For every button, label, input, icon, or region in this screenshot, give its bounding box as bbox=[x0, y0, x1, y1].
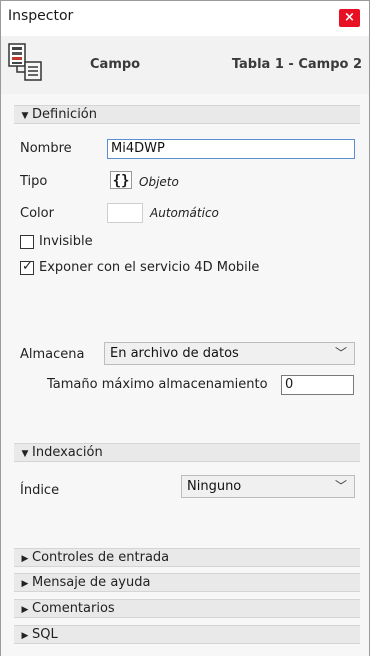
triangle-down-icon: ▼ bbox=[21, 449, 29, 459]
inspector-header: Campo Tabla 1 - Campo 2 bbox=[1, 36, 369, 94]
title-bar[interactable]: Inspector × bbox=[1, 1, 369, 36]
indice-selected-value: Ninguno bbox=[187, 479, 242, 494]
section-indexacion-title: Indexación bbox=[32, 445, 103, 460]
object-path-label: Tabla 1 - Campo 2 bbox=[231, 57, 362, 72]
nombre-input[interactable]: Mi4DWP bbox=[107, 139, 355, 159]
triangle-right-icon: ▶ bbox=[21, 554, 29, 564]
chevron-down-icon: ﹀ bbox=[334, 346, 347, 360]
tamano-input[interactable]: 0 bbox=[281, 375, 354, 395]
section-sql-title: SQL bbox=[32, 627, 58, 642]
chevron-down-icon: ﹀ bbox=[334, 479, 347, 493]
object-type-label: Campo bbox=[90, 57, 141, 72]
triangle-right-icon: ▶ bbox=[21, 579, 29, 589]
almacena-selected-value: En archivo de datos bbox=[110, 346, 239, 361]
inspector-window: Inspector × Campo Tabla 1 - Campo 2 ▼ Def… bbox=[0, 0, 370, 656]
indice-label: Índice bbox=[20, 483, 60, 498]
exponer-checkbox[interactable]: ✓ bbox=[20, 259, 34, 275]
section-comentarios-title: Comentarios bbox=[32, 601, 115, 616]
section-indexacion-header[interactable]: ▼ Indexación bbox=[14, 443, 360, 462]
section-controles-header[interactable]: ▶ Controles de entrada bbox=[14, 548, 360, 567]
nombre-label: Nombre bbox=[20, 141, 72, 156]
checkmark-icon: ✓ bbox=[22, 259, 33, 274]
section-comentarios-header[interactable]: ▶ Comentarios bbox=[14, 599, 360, 618]
color-swatch[interactable] bbox=[107, 203, 143, 223]
color-value: Automático bbox=[150, 206, 219, 220]
triangle-down-icon: ▼ bbox=[21, 111, 29, 121]
almacena-label: Almacena bbox=[20, 347, 85, 362]
invisible-checkbox[interactable] bbox=[20, 235, 34, 249]
tipo-label: Tipo bbox=[20, 174, 48, 189]
inspector-content: ▼ Definición Nombre Mi4DWP Tipo {} Objeto… bbox=[1, 94, 369, 656]
section-sql-header[interactable]: ▶ SQL bbox=[14, 625, 360, 644]
close-button[interactable]: × bbox=[339, 9, 360, 27]
exponer-label[interactable]: Exponer con el servicio 4D Mobile bbox=[39, 260, 259, 275]
indice-select[interactable]: Ninguno ﹀ bbox=[181, 475, 355, 498]
section-mensaje-header[interactable]: ▶ Mensaje de ayuda bbox=[14, 573, 360, 592]
field-database-icon bbox=[8, 43, 42, 81]
tamano-label: Tamaño máximo almacenamiento bbox=[47, 377, 268, 392]
window-title: Inspector bbox=[8, 8, 74, 24]
invisible-label[interactable]: Invisible bbox=[39, 234, 93, 249]
object-type-icon: {} bbox=[110, 171, 132, 189]
close-icon: × bbox=[344, 10, 355, 25]
section-mensaje-title: Mensaje de ayuda bbox=[32, 575, 151, 590]
section-definicion-title: Definición bbox=[32, 107, 97, 122]
tipo-value[interactable]: Objeto bbox=[139, 175, 179, 189]
almacena-select[interactable]: En archivo de datos ﹀ bbox=[104, 342, 355, 365]
section-definicion-header[interactable]: ▼ Definición bbox=[14, 105, 360, 124]
section-controles-title: Controles de entrada bbox=[32, 550, 170, 565]
triangle-right-icon: ▶ bbox=[21, 605, 29, 615]
triangle-right-icon: ▶ bbox=[21, 631, 29, 641]
color-label: Color bbox=[20, 206, 54, 221]
